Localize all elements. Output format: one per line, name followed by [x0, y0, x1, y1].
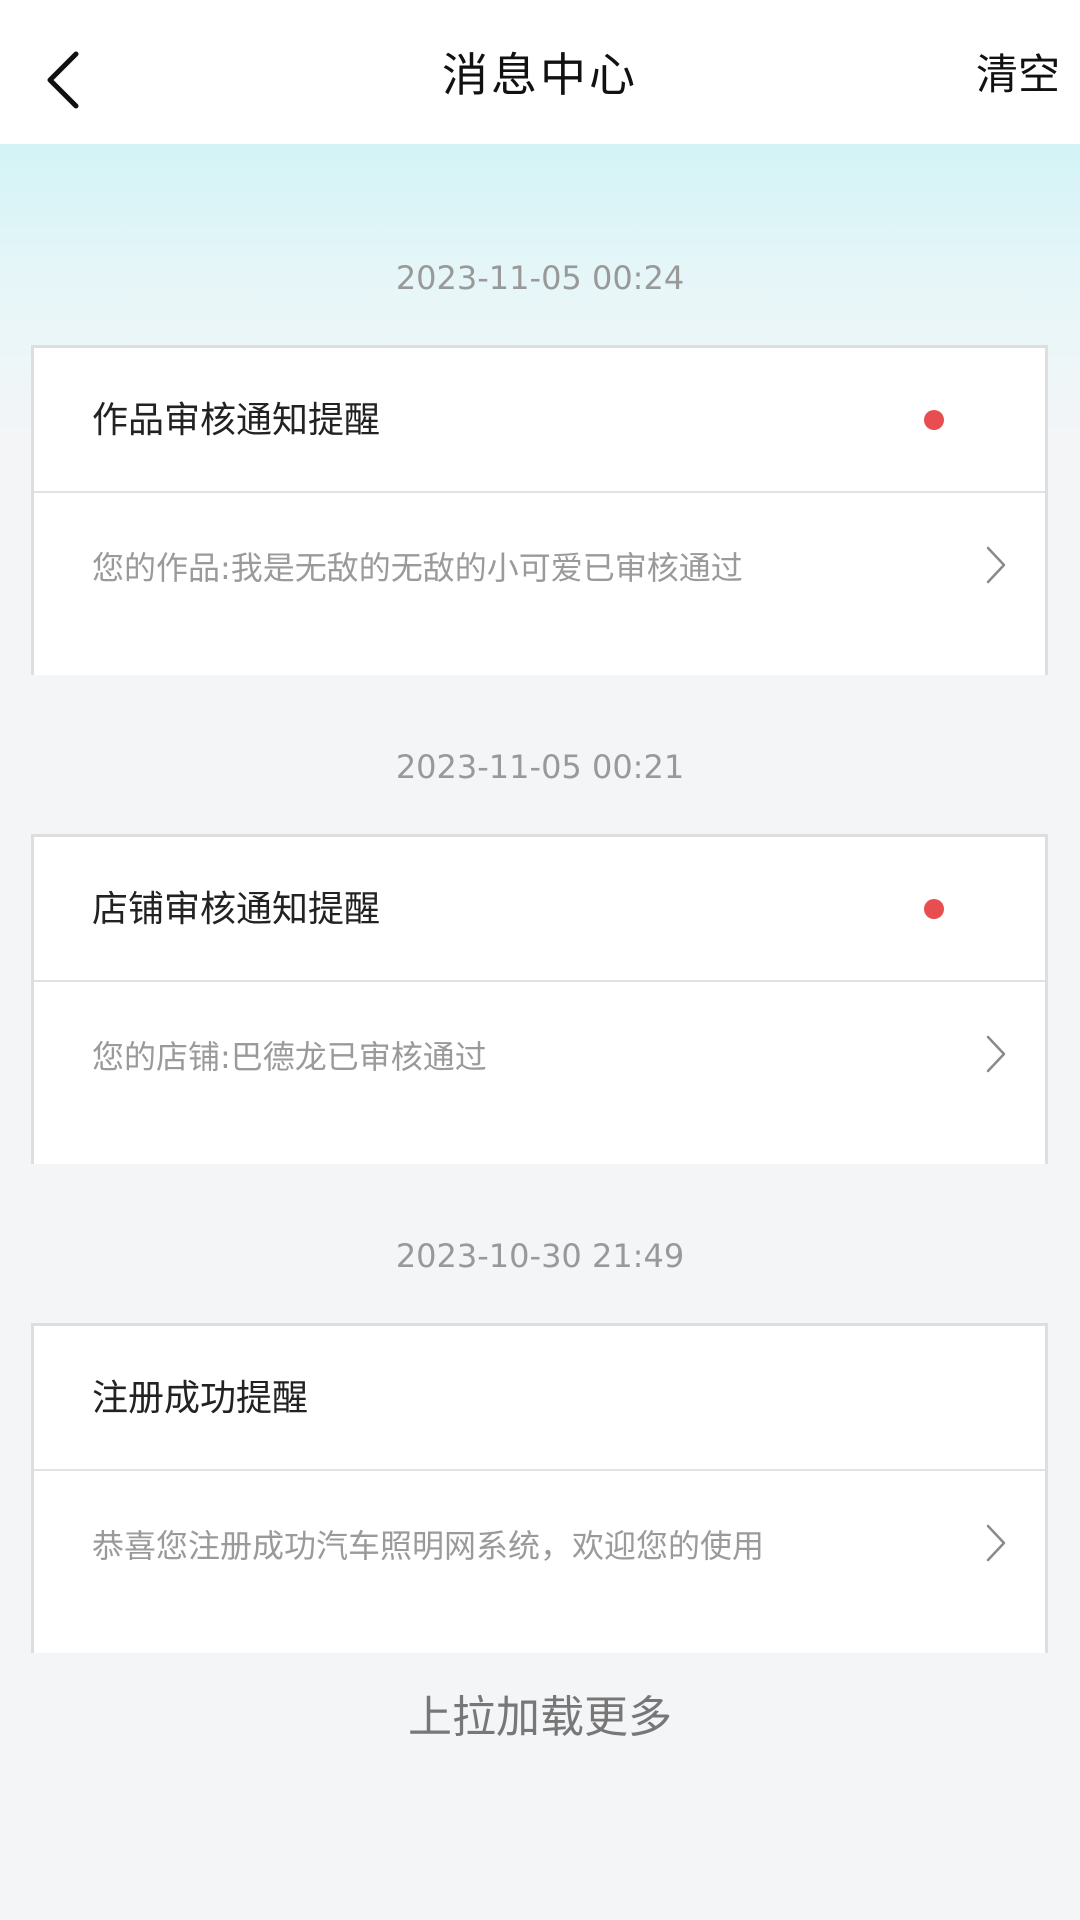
unread-dot-icon [924, 899, 944, 919]
message-timestamp: 2023-11-05 00:21 [395, 748, 685, 786]
message-card[interactable]: 店铺审核通知提醒 您的店铺:巴德龙已审核通过 [31, 834, 1048, 1164]
chevron-right-icon [986, 1035, 1006, 1073]
chevron-right-icon [986, 546, 1006, 584]
message-title: 店铺审核通知提醒 [92, 889, 381, 930]
message-timestamp: 2023-10-30 21:49 [395, 1237, 685, 1275]
unread-dot-icon [924, 410, 944, 430]
message-group: 2023-10-30 21:49 [0, 1226, 1080, 1286]
message-content: 您的作品:我是无敌的无敌的小可爱已审核通过 [92, 549, 743, 587]
message-card[interactable]: 作品审核通知提醒 您的作品:我是无敌的无敌的小可爱已审核通过 [31, 345, 1048, 675]
chevron-right-icon [986, 1524, 1006, 1562]
message-title-row: 店铺审核通知提醒 [34, 837, 1045, 982]
message-title: 作品审核通知提醒 [92, 400, 381, 441]
message-card[interactable]: 注册成功提醒 恭喜您注册成功汽车照明网系统，欢迎您的使用 [31, 1323, 1048, 1653]
load-more-hint: 上拉加载更多 [408, 1692, 672, 1743]
message-title-row: 作品审核通知提醒 [34, 348, 1045, 493]
message-content: 恭喜您注册成功汽车照明网系统，欢迎您的使用 [92, 1527, 765, 1565]
message-group: 2023-11-05 00:24 [0, 248, 1080, 308]
message-title-row: 注册成功提醒 [34, 1326, 1045, 1471]
message-content: 您的店铺:巴德龙已审核通过 [92, 1038, 487, 1076]
message-timestamp: 2023-11-05 00:24 [395, 259, 685, 297]
page-title: 消息中心 [442, 48, 638, 102]
message-title: 注册成功提醒 [92, 1378, 309, 1419]
clear-button[interactable]: 清空 [976, 40, 1060, 110]
message-group: 2023-11-05 00:21 [0, 737, 1080, 797]
header-bar: 消息中心 清空 [0, 0, 1080, 144]
